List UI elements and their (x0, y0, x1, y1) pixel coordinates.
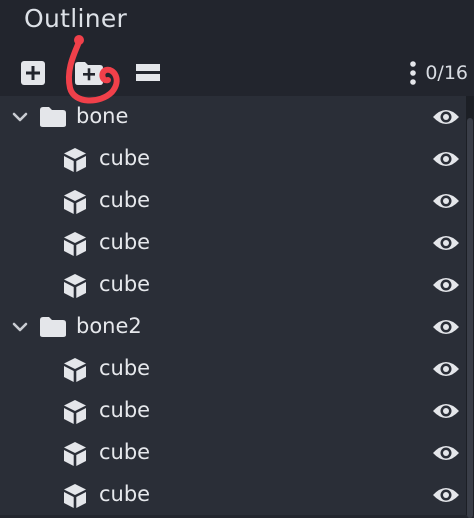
item-label: cube (99, 356, 151, 380)
eye-icon[interactable] (432, 189, 460, 213)
eye-icon[interactable] (432, 483, 460, 507)
tree-item-row[interactable]: cube (0, 474, 466, 515)
eye-icon[interactable] (432, 231, 460, 255)
panel-header: Outliner (0, 0, 474, 48)
eye-icon[interactable] (432, 273, 460, 297)
vertical-dots-icon[interactable] (409, 60, 417, 86)
toolbar-right: 0/16 (409, 58, 468, 88)
cube-icon (64, 274, 86, 298)
outliner-toolbar (0, 48, 474, 96)
plus-box-icon (21, 61, 45, 85)
item-label: cube (99, 440, 151, 464)
item-label: cube (99, 230, 151, 254)
folder-plus-icon (75, 62, 103, 85)
tree-item-row[interactable]: cube (0, 390, 466, 432)
eye-icon[interactable] (432, 357, 460, 381)
item-label: cube (99, 146, 151, 170)
element-counter: 0/16 (425, 62, 468, 84)
eye-icon[interactable] (432, 399, 460, 423)
item-label: cube (99, 398, 151, 422)
add-cube-button[interactable] (16, 58, 50, 88)
cube-icon (64, 358, 86, 382)
chevron-down-icon[interactable] (12, 109, 28, 125)
tree-group-row[interactable]: bone2 (0, 306, 466, 348)
tree-item-row[interactable]: cube (0, 348, 466, 390)
tree-item-row[interactable]: cube (0, 180, 466, 222)
cube-icon (64, 232, 86, 256)
chevron-down-icon[interactable] (12, 319, 28, 335)
tree-group-row[interactable]: bone (0, 96, 466, 138)
cube-icon (64, 400, 86, 424)
eye-icon[interactable] (432, 147, 460, 171)
panel-title: Outliner (24, 4, 128, 33)
tree-item-row[interactable]: cube (0, 264, 466, 306)
outliner-tree: bone cube cube cube cube bone2 cube cube (0, 96, 466, 515)
group-label: bone2 (76, 314, 142, 338)
scrollbar-thumb[interactable] (467, 118, 473, 518)
tree-item-row[interactable]: cube (0, 222, 466, 264)
tree-item-row[interactable]: cube (0, 138, 466, 180)
cube-icon (64, 484, 86, 508)
collapse-all-icon (136, 64, 160, 81)
eye-icon[interactable] (432, 315, 460, 339)
add-group-button[interactable] (72, 58, 106, 88)
item-label: cube (99, 188, 151, 212)
item-label: cube (99, 272, 151, 296)
cube-icon (64, 148, 86, 172)
tree-item-row[interactable]: cube (0, 432, 466, 474)
cube-icon (64, 190, 86, 214)
eye-icon[interactable] (432, 105, 460, 129)
collapse-all-button[interactable] (131, 58, 165, 88)
folder-icon (40, 317, 66, 337)
item-label: cube (99, 482, 151, 506)
group-label: bone (76, 104, 129, 128)
cube-icon (64, 442, 86, 466)
eye-icon[interactable] (432, 441, 460, 465)
folder-icon (40, 107, 66, 127)
